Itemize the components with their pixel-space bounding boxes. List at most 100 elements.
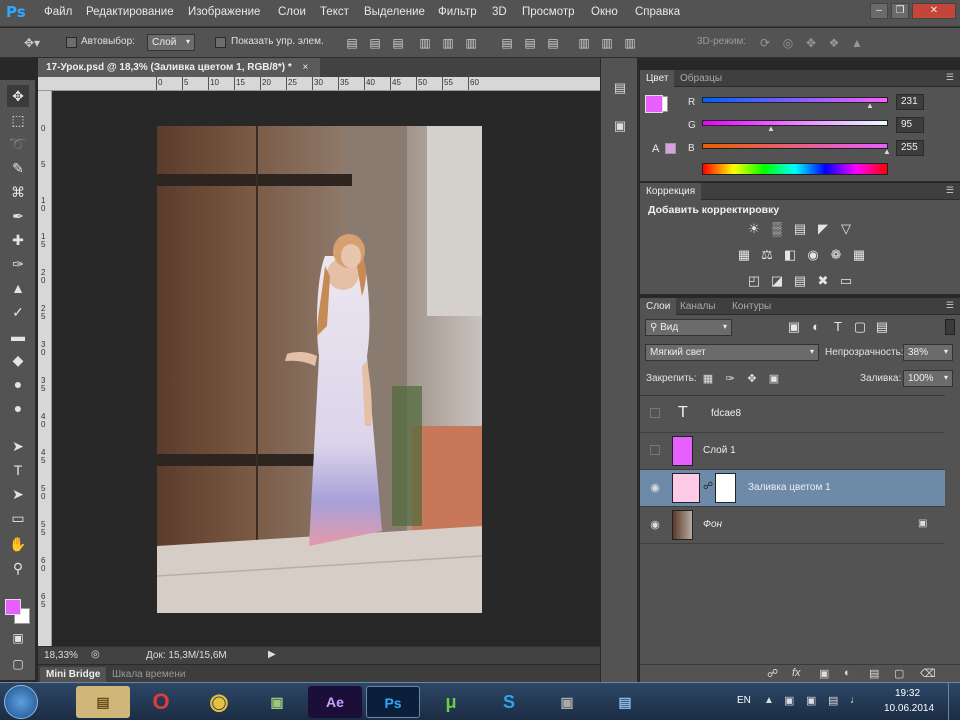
- app-icon[interactable]: ▣: [250, 686, 304, 718]
- color-balance-icon[interactable]: ⚖: [759, 247, 775, 263]
- blue-slider[interactable]: [702, 143, 888, 149]
- new-adjustment-icon[interactable]: ◐: [844, 667, 851, 679]
- volume-icon[interactable]: ♩: [850, 694, 861, 706]
- menu-edit[interactable]: Редактирование: [86, 6, 174, 18]
- gradient-map-icon[interactable]: ▭: [838, 273, 854, 289]
- blue-value-field[interactable]: 255: [896, 140, 924, 156]
- type-tool-icon[interactable]: T: [7, 459, 29, 481]
- panel-menu-icon[interactable]: ☰: [946, 185, 954, 196]
- menu-text[interactable]: Текст: [320, 6, 349, 18]
- history-brush-tool-icon[interactable]: ✓: [7, 301, 29, 323]
- tab-layers[interactable]: Слои: [640, 298, 677, 315]
- rectangle-tool-icon[interactable]: ▭: [7, 507, 29, 529]
- red-slider[interactable]: [702, 97, 888, 103]
- skype-icon[interactable]: S: [482, 686, 536, 718]
- align-vcenter-icon[interactable]: ▤: [368, 36, 382, 50]
- align-right-icon[interactable]: ▥: [464, 36, 478, 50]
- paint-bucket-tool-icon[interactable]: ◆: [7, 349, 29, 371]
- crop-tool-icon[interactable]: ⌘: [7, 181, 29, 203]
- fill-field[interactable]: 100% ▾: [903, 370, 953, 387]
- distribute-left-icon[interactable]: ▥: [577, 36, 591, 50]
- history-panel-icon[interactable]: ▤: [610, 78, 630, 98]
- menu-file[interactable]: Файл: [44, 6, 72, 18]
- photoshop-taskbar-icon[interactable]: Ps: [366, 686, 420, 718]
- align-bottom-icon[interactable]: ▤: [391, 36, 405, 50]
- color-lookup-icon[interactable]: ▦: [851, 247, 867, 263]
- panel-menu-icon[interactable]: ☰: [946, 300, 954, 311]
- autoselect-checkbox[interactable]: [66, 37, 77, 48]
- invert-icon[interactable]: ◰: [746, 273, 762, 289]
- align-top-icon[interactable]: ▤: [345, 36, 359, 50]
- menu-layers[interactable]: Слои: [278, 6, 306, 18]
- distribute-bottom-icon[interactable]: ▤: [546, 36, 560, 50]
- align-hcenter-icon[interactable]: ▥: [441, 36, 455, 50]
- chain-link-icon[interactable]: ☍: [703, 481, 713, 492]
- filter-pixel-icon[interactable]: ▣: [786, 319, 802, 335]
- quick-select-tool-icon[interactable]: ✎: [7, 157, 29, 179]
- channel-mixer-icon[interactable]: ❁: [828, 247, 844, 263]
- document-tab[interactable]: 17-Урок.psd @ 18,3% (Заливка цветом 1, R…: [38, 58, 320, 77]
- autoselect-dropdown[interactable]: Слой ▾: [147, 34, 195, 51]
- close-button[interactable]: ✕: [912, 3, 956, 19]
- eye-icon[interactable]: ◉: [648, 482, 662, 494]
- distribute-top-icon[interactable]: ▤: [500, 36, 514, 50]
- blue-slider-handle[interactable]: ▲: [883, 147, 891, 156]
- lock-position-icon[interactable]: ✥: [744, 371, 760, 387]
- lock-all-icon[interactable]: ▣: [766, 371, 782, 387]
- 3d-pan-icon[interactable]: ✥: [804, 36, 818, 50]
- tab-adjustments[interactable]: Коррекция: [640, 183, 702, 200]
- layer-row[interactable]: T fdcae8: [640, 396, 945, 433]
- tray-arrow-icon[interactable]: ▲: [764, 695, 774, 706]
- maximize-button[interactable]: ❐: [891, 3, 909, 19]
- align-left-icon[interactable]: ▥: [418, 36, 432, 50]
- filter-smart-icon[interactable]: ▤: [874, 319, 890, 335]
- vibrance-icon[interactable]: ▽: [838, 221, 854, 237]
- tab-paths[interactable]: Контуры: [726, 298, 777, 315]
- menu-window[interactable]: Окно: [591, 6, 618, 18]
- app-icon[interactable]: ▣: [540, 686, 594, 718]
- fg-color-box[interactable]: [645, 95, 663, 113]
- hand-tool-icon[interactable]: ✋: [7, 533, 29, 555]
- selective-color-icon[interactable]: ✖: [815, 273, 831, 289]
- tab-mini-bridge[interactable]: Mini Bridge: [40, 667, 107, 682]
- properties-panel-icon[interactable]: ▣: [610, 116, 630, 136]
- tab-timeline[interactable]: Шкала времени: [106, 667, 191, 682]
- tray-icon[interactable]: ▣: [806, 694, 816, 707]
- green-slider[interactable]: [702, 120, 888, 126]
- document-image[interactable]: [157, 126, 482, 613]
- link-layers-icon[interactable]: ☍: [767, 667, 778, 680]
- minimize-button[interactable]: –: [870, 3, 888, 19]
- app-icon[interactable]: ▤: [598, 686, 652, 718]
- visibility-toggle[interactable]: [650, 408, 660, 418]
- eyedropper-tool-icon[interactable]: ✒: [7, 205, 29, 227]
- 3d-slide-icon[interactable]: ❖: [827, 36, 841, 50]
- play-arrow-icon[interactable]: ▶: [268, 649, 276, 660]
- opacity-field[interactable]: 38% ▾: [903, 344, 953, 361]
- close-tab-icon[interactable]: ×: [303, 62, 309, 73]
- photo-filter-icon[interactable]: ◉: [805, 247, 821, 263]
- pen-tool-icon[interactable]: ➤: [7, 435, 29, 457]
- layer-row[interactable]: Слой 1: [640, 433, 945, 470]
- menu-select[interactable]: Выделение: [364, 6, 425, 18]
- exposure-icon[interactable]: ◤: [815, 221, 831, 237]
- clock-time[interactable]: 19:32: [895, 688, 920, 699]
- move-tool-icon[interactable]: ✥: [7, 85, 29, 107]
- blur-tool-icon[interactable]: ●: [7, 373, 29, 395]
- layer-row[interactable]: ◉ Фон ▣: [640, 507, 945, 544]
- gamut-color-box[interactable]: [665, 143, 676, 154]
- black-white-icon[interactable]: ◧: [782, 247, 798, 263]
- 3d-rotate-icon[interactable]: ⟳: [758, 36, 772, 50]
- opera-icon[interactable]: O: [134, 686, 188, 718]
- hue-saturation-icon[interactable]: ▦: [736, 247, 752, 263]
- language-indicator[interactable]: EN: [737, 695, 751, 706]
- tray-icon[interactable]: ▣: [784, 694, 794, 707]
- utorrent-icon[interactable]: μ: [424, 686, 478, 718]
- menu-3d[interactable]: 3D: [492, 6, 507, 18]
- lasso-tool-icon[interactable]: ➰: [7, 133, 29, 155]
- filter-shape-icon[interactable]: ▢: [852, 319, 868, 335]
- healing-brush-tool-icon[interactable]: ✚: [7, 229, 29, 251]
- visibility-toggle[interactable]: [650, 445, 660, 455]
- foreground-color-swatch-top[interactable]: [5, 599, 21, 615]
- chrome-icon[interactable]: ◉: [192, 686, 246, 718]
- show-transform-checkbox[interactable]: [215, 37, 226, 48]
